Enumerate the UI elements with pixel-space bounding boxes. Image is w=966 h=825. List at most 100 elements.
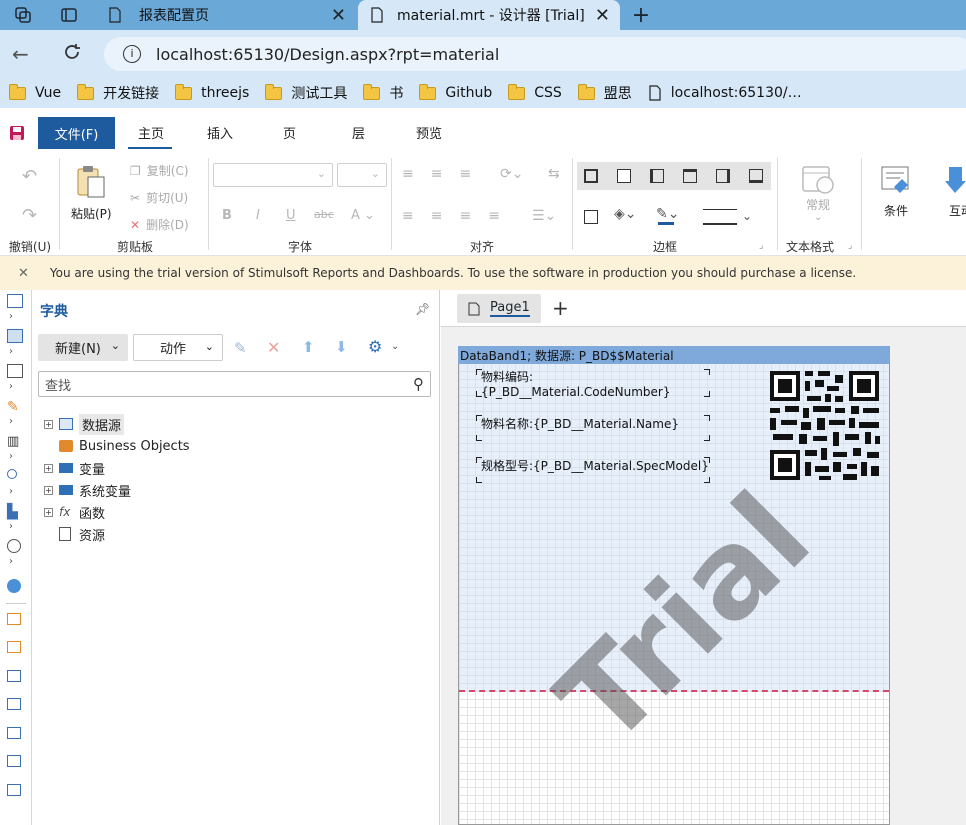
bookmark-dev-links[interactable]: 开发链接 <box>77 83 159 103</box>
file-menu-button[interactable]: 文件(F) <box>38 117 115 149</box>
tree-item-datasources[interactable]: + 数据源 <box>44 413 424 435</box>
calendar-icon[interactable] <box>801 163 835 199</box>
italic-icon[interactable]: I <box>256 208 260 223</box>
chart-icon[interactable]: ▙ <box>7 504 18 520</box>
rotate-icon[interactable]: ⟳⌄ <box>500 166 523 182</box>
expand-icon[interactable]: + <box>44 419 53 429</box>
strikethrough-icon[interactable]: abc <box>314 208 334 221</box>
page-footer-band-icon[interactable] <box>7 784 21 796</box>
expand-icon[interactable]: + <box>44 485 53 495</box>
chevron-down-icon[interactable]: ⌄ <box>814 212 822 223</box>
refresh-icon[interactable] <box>62 42 82 66</box>
tab-actions-icon[interactable] <box>54 0 84 30</box>
border-style-icon[interactable] <box>703 209 737 225</box>
bookmark-localhost[interactable]: localhost:65130/… <box>648 85 802 101</box>
tree-item-business-objects[interactable]: Business Objects <box>44 435 424 457</box>
expand-icon[interactable]: ⌟ <box>759 241 763 251</box>
bold-icon[interactable]: B <box>222 208 232 223</box>
chevron-right-icon[interactable]: › <box>9 521 13 532</box>
chevron-right-icon[interactable]: › <box>9 311 13 322</box>
map-icon[interactable] <box>7 579 21 593</box>
pin-icon[interactable]: 📌︎ <box>415 302 430 316</box>
search-icon[interactable]: ⚲ <box>413 375 424 393</box>
header-band-icon[interactable] <box>7 670 21 682</box>
interaction-icon[interactable] <box>945 165 966 199</box>
gear-icon[interactable]: ⚙ <box>368 337 382 356</box>
paste-button[interactable]: 粘贴(P) <box>71 205 112 222</box>
bookmark-github[interactable]: Github <box>419 83 492 101</box>
right-border-icon[interactable] <box>716 169 730 183</box>
interaction-button[interactable]: 互动 <box>949 202 966 219</box>
close-icon[interactable]: ✕ <box>18 266 29 281</box>
fill-color-icon[interactable]: ◈⌄ <box>614 206 637 222</box>
expand-icon[interactable]: ⌟ <box>848 241 852 251</box>
no-border-icon[interactable] <box>617 169 631 183</box>
save-icon[interactable] <box>9 125 25 145</box>
page-header-icon[interactable] <box>7 294 23 308</box>
wrap-icon[interactable]: ⇆ <box>548 166 560 182</box>
shape-icon[interactable] <box>7 364 23 378</box>
close-icon[interactable]: ✕ <box>331 5 346 26</box>
tab-preview[interactable]: 预览 <box>416 116 442 149</box>
footer-band-icon[interactable] <box>7 755 21 767</box>
bookmark-book[interactable]: 书 <box>363 83 403 103</box>
bookmark-test-tools[interactable]: 测试工具 <box>265 83 347 103</box>
expand-icon[interactable]: + <box>44 507 53 517</box>
redo-icon[interactable]: ↷ <box>22 205 37 226</box>
tab-report-config[interactable]: 报表配置页 ✕ <box>96 0 356 30</box>
left-border-icon[interactable] <box>650 169 664 183</box>
paste-icon[interactable] <box>74 165 108 205</box>
format-general-button[interactable]: 常规 <box>806 196 830 213</box>
gauge-icon[interactable] <box>7 539 21 553</box>
barcode-icon[interactable]: ▥ <box>7 434 19 449</box>
tab-insert[interactable]: 插入 <box>207 116 233 149</box>
back-icon[interactable]: ← <box>12 42 29 66</box>
copy-button[interactable]: ❐ 复制(C) <box>130 162 189 179</box>
all-borders-icon[interactable] <box>584 169 598 183</box>
bookmark-threejs[interactable]: threejs <box>175 83 249 101</box>
tab-layer[interactable]: 层 <box>352 116 365 149</box>
tab-designer[interactable]: material.mrt - 设计器 [Trial] ✕ <box>358 0 620 30</box>
bottom-border-icon[interactable] <box>749 169 763 183</box>
chevron-right-icon[interactable]: › <box>9 451 13 462</box>
tree-item-resources[interactable]: 资源 <box>44 523 424 545</box>
info-icon[interactable]: i <box>123 45 141 63</box>
delete-button[interactable]: ✕ 删除(D) <box>130 216 189 233</box>
chevron-down-icon[interactable]: ⌄ <box>391 341 399 352</box>
shapes-icon[interactable] <box>7 469 17 479</box>
data-band-icon[interactable] <box>7 698 21 710</box>
bookmark-mengsi[interactable]: 盟思 <box>577 83 632 103</box>
tab-page1[interactable]: Page1 <box>457 294 541 323</box>
workspaces-icon[interactable] <box>8 0 38 30</box>
url-input[interactable]: localhost:65130/Design.aspx?rpt=material <box>104 37 966 71</box>
add-page-button[interactable]: + <box>552 296 569 320</box>
chevron-right-icon[interactable]: › <box>9 346 13 357</box>
border-settings-icon[interactable] <box>584 210 598 224</box>
page-header-band-icon[interactable] <box>7 641 21 653</box>
close-icon[interactable]: ✕ <box>595 5 610 26</box>
font-name-select[interactable]: ⌄ <box>213 163 333 187</box>
tree-item-functions[interactable]: + fx 函数 <box>44 501 424 523</box>
chevron-down-icon[interactable]: ⌄ <box>742 209 752 223</box>
pencil-icon[interactable]: ✎ <box>7 399 19 415</box>
border-color-icon[interactable]: ✎⌄ <box>656 206 679 222</box>
new-tab-button[interactable]: + <box>626 0 656 30</box>
bookmark-vue[interactable]: Vue <box>9 83 61 101</box>
tab-home[interactable]: 主页 <box>138 116 164 149</box>
search-input[interactable]: 查找 ⚲ <box>38 371 431 397</box>
tree-item-variables[interactable]: + 变量 <box>44 457 424 479</box>
arrow-up-icon[interactable]: ⬆ <box>302 338 315 356</box>
action-button[interactable]: 动作 ⌄ <box>133 334 223 361</box>
chevron-right-icon[interactable]: › <box>9 416 13 427</box>
report-title-band-icon[interactable] <box>7 613 21 625</box>
horizontal-align-icons[interactable]: ≡≡≡≡ <box>402 208 517 224</box>
data-band-header[interactable]: DataBand1; 数据源: P_BD$$Material <box>458 346 890 364</box>
undo-icon[interactable]: ↶ <box>22 166 37 187</box>
condition-button[interactable]: 条件 <box>884 202 908 219</box>
delete-icon[interactable]: ✕ <box>267 338 280 357</box>
arrow-down-icon[interactable]: ⬇ <box>335 338 348 356</box>
tab-page[interactable]: 页 <box>283 116 296 149</box>
underline-icon[interactable]: U <box>286 208 296 223</box>
expand-icon[interactable]: + <box>44 463 53 473</box>
font-size-select[interactable]: ⌄ <box>337 163 387 187</box>
